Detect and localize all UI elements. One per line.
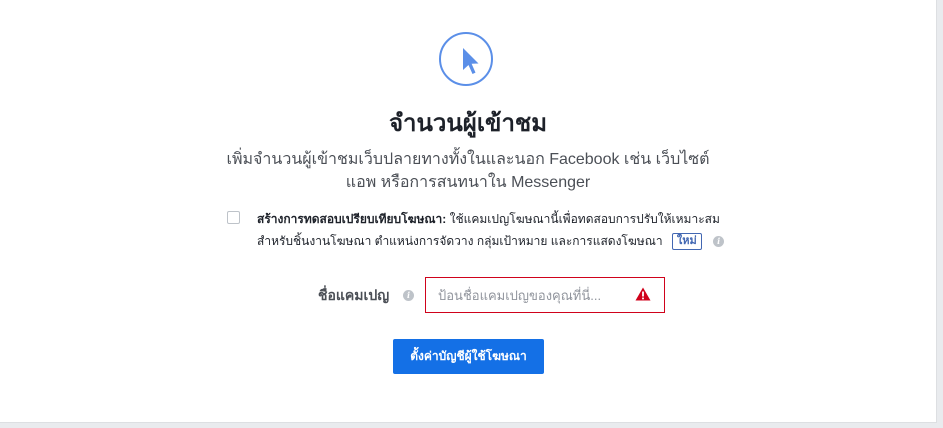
cursor-pointer-icon — [439, 32, 493, 86]
campaign-name-label: ชื่อแคมเปญ — [318, 287, 390, 303]
objective-title: จำนวนผู้เข้าชม — [388, 110, 548, 137]
ab-test-text-line1: ใช้แคมเปญโฆษณานี้เพื่อทดสอบการปรับให้เหม… — [449, 212, 720, 226]
campaign-name-input[interactable] — [425, 277, 665, 313]
ab-test-text-line2: สำหรับชิ้นงานโฆษณา ตำแหน่งการจัดวาง กลุ่… — [257, 234, 663, 248]
ab-test-checkbox[interactable] — [227, 211, 240, 224]
warning-icon — [635, 287, 651, 301]
ab-test-title: สร้างการทดสอบเปรียบเทียบโฆษณา: — [257, 212, 447, 226]
objective-description: เพิ่มจำนวนผู้เข้าชมเว็บปลายทางทั้งในและน… — [226, 151, 710, 191]
new-badge: ใหม่ — [671, 233, 702, 251]
ab-test-description: สร้างการทดสอบเปรียบเทียบโฆษณา: ใช้แคมเปญ… — [257, 208, 725, 252]
info-icon[interactable]: i — [713, 236, 725, 248]
setup-ad-account-button[interactable]: ตั้งค่าบัญชีผู้ใช้โฆษณา — [393, 339, 544, 374]
objective-panel: จำนวนผู้เข้าชม เพิ่มจำนวนผู้เข้าชมเว็บปล… — [0, 0, 937, 423]
info-icon[interactable]: i — [403, 290, 414, 301]
